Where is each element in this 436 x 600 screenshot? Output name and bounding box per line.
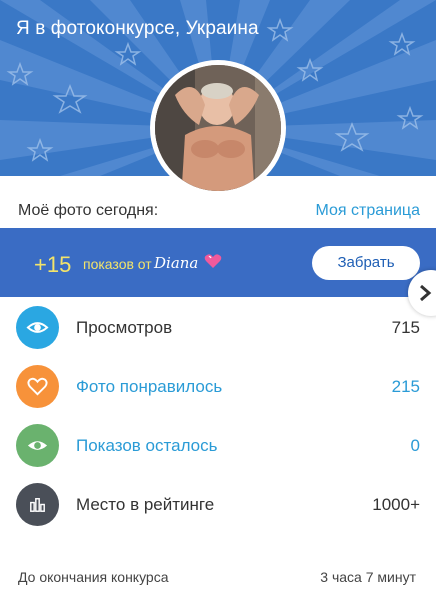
my-page-link[interactable]: Моя страница [316,202,420,220]
stat-row-shows-left: Показов осталось 0 [0,424,436,472]
bonus-text: показов от [83,256,152,272]
stat-label: Фото понравилось [76,377,223,396]
my-photo-row: Моё фото сегодня: Моя страница [0,196,436,226]
bonus-amount: +15 [34,252,72,277]
my-photo-label: Моё фото сегодня: [18,202,159,219]
stat-row-views: Просмотров 715 [0,306,436,354]
stat-label: Просмотров [76,318,173,337]
chevron-right-icon [420,284,432,302]
contest-end-label: До окончания конкурса [18,569,169,585]
page-title: Я в фотоконкурсе, Украина [16,18,259,39]
contest-end-row: До окончания конкурса 3 часа 7 минут [0,566,436,590]
stat-row-rank: Место в рейтинге 1000+ [0,483,436,531]
stat-label: Показов осталось [76,436,218,455]
stat-label: Место в рейтинге [76,495,215,514]
eye-icon [16,424,59,467]
collect-button[interactable]: Забрать [312,246,420,280]
heart-icon [16,365,59,408]
stat-value: 0 [410,436,420,455]
bar-chart-icon [16,483,59,526]
bonus-sender-name: Diana [154,254,199,272]
profile-photo[interactable] [150,60,286,196]
stat-value: 215 [391,377,420,396]
stat-row-likes: Фото понравилось 215 [0,365,436,413]
stat-value: 715 [391,318,420,337]
eye-icon [16,306,59,349]
contest-end-time: 3 часа 7 минут [320,569,416,585]
heart-sparkle-icon [204,253,222,274]
stat-value: 1000+ [372,495,420,514]
